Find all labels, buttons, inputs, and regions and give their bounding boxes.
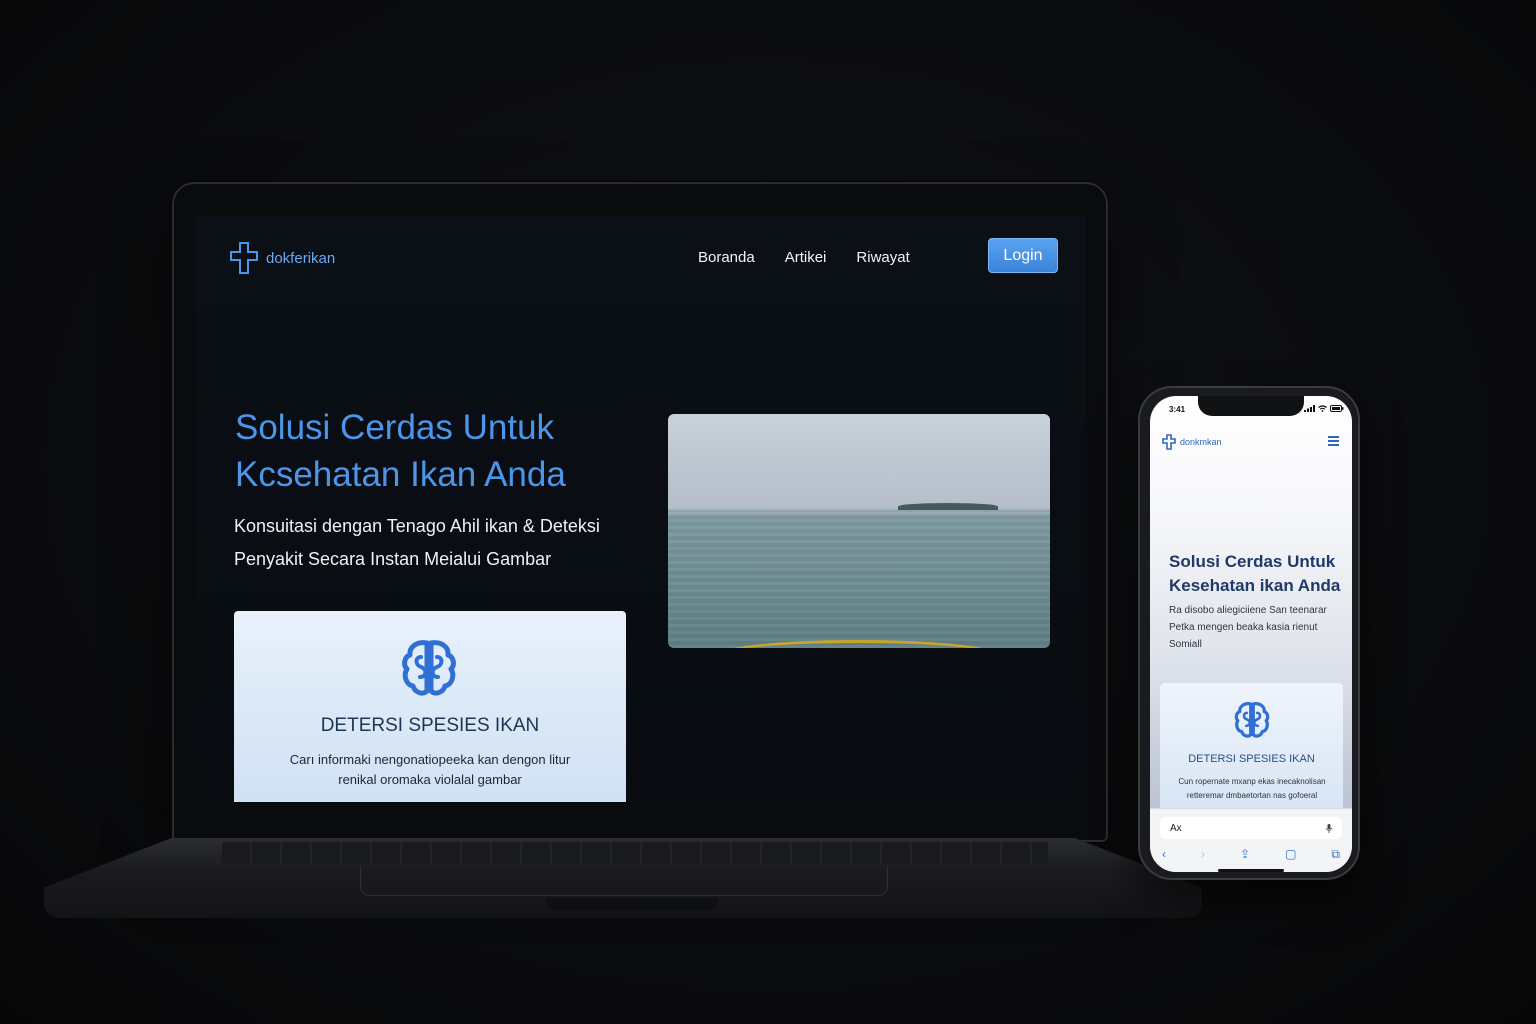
share-icon[interactable]: ⇪ xyxy=(1240,847,1250,862)
site-logo[interactable]: dokferikan xyxy=(230,242,335,274)
image-water xyxy=(668,512,1050,648)
phone-notch xyxy=(1198,396,1304,416)
nav-link-beranda[interactable]: Boranda xyxy=(698,249,755,266)
phone-status-icons xyxy=(1304,405,1344,412)
browser-toolbar: Ax ‹ › ⇪ ▢ ⧉ xyxy=(1150,808,1352,872)
home-indicator xyxy=(1218,869,1284,872)
feature-card-title: DETERSI SPESIES IKAN xyxy=(320,715,540,736)
image-island xyxy=(898,503,998,510)
feature-card-desc-line-1: Carı informaki nengonatiopeeka kan dengo… xyxy=(289,752,571,767)
browser-nav-buttons: ‹ › ⇪ ▢ ⧉ xyxy=(1160,847,1342,862)
phone-brand-name: donkmkan xyxy=(1180,437,1222,447)
phone-site-logo[interactable]: donkmkan xyxy=(1162,434,1222,450)
laptop-base-notch xyxy=(546,898,718,910)
hero-title-line-2: Kcsehatan Ikan Anda xyxy=(235,455,566,494)
laptop-keyboard xyxy=(222,842,1048,864)
laptop-screen: dokferikan Boranda Artikei Riwayat Login… xyxy=(196,216,1086,802)
address-bar[interactable]: Ax xyxy=(1160,817,1342,839)
hero-title-line-1: Solusi Cerdas Untuk xyxy=(235,408,555,447)
phone-hero-title-line-2: Kesehatan ikan Anda xyxy=(1169,576,1341,595)
phone-feature-card-description: Cun ropernate mxanp ekas inecaknolisan r… xyxy=(1172,775,1332,803)
hero-subtitle: Konsuitasi dengan Tenago Ahil ikan & Det… xyxy=(234,510,634,576)
feature-card-description: Carı informaki nengonatiopeeka kan dengo… xyxy=(274,750,586,790)
forward-arrow-icon[interactable]: › xyxy=(1201,847,1205,862)
phone-hero-title: Solusi Cerdas Untuk Kesehatan ikan Anda xyxy=(1169,550,1347,598)
signal-icon xyxy=(1304,405,1315,412)
tabs-icon[interactable]: ⧉ xyxy=(1331,847,1340,862)
phone-feature-card-title: DETERSI SPESIES IKAN xyxy=(1188,753,1315,765)
nav-link-riwayat[interactable]: Riwayat xyxy=(856,249,909,266)
brain-icon xyxy=(402,640,456,696)
back-arrow-icon[interactable]: ‹ xyxy=(1162,847,1166,862)
phone-hero-description: Ra disobo aliegiciiene San teenarar Petk… xyxy=(1169,602,1344,653)
hero-subtitle-line-2: Penyakit Secara Instan Meialui Gambar xyxy=(234,549,552,569)
feature-card-desc-line-2: renikal oromaka violalal gambar xyxy=(338,772,522,787)
wifi-icon xyxy=(1318,405,1327,412)
medical-cross-icon xyxy=(1162,434,1176,450)
phone-card-desc-line-2: retteremar dmbaetortan nas gofoeral xyxy=(1186,791,1318,800)
login-button[interactable]: Login xyxy=(988,238,1058,273)
hero-subtitle-line-1: Konsuitasi dengan Tenago Ahil ikan & Det… xyxy=(234,516,600,536)
site-brand-name: dokferikan xyxy=(266,249,336,267)
feature-card-species-detection[interactable]: DETERSI SPESIES IKAN Carı informaki neng… xyxy=(234,611,626,802)
phone-card-desc-line-1: Cun ropernate mxanp ekas inecaknolisan xyxy=(1178,777,1326,786)
main-nav: Boranda Artikei Riwayat xyxy=(698,249,910,266)
phone-desc-line-3: Somiall xyxy=(1169,639,1202,650)
laptop-trackpad xyxy=(360,866,888,896)
battery-icon xyxy=(1330,405,1344,412)
nav-link-artikel[interactable]: Artikei xyxy=(785,249,827,266)
bookmarks-icon[interactable]: ▢ xyxy=(1285,847,1296,862)
phone-screen: 3:41 donkmkan Solusi Cerdas Untuk Keseha… xyxy=(1150,396,1352,872)
phone-status-time: 3:41 xyxy=(1169,405,1186,414)
brain-icon xyxy=(1234,702,1270,738)
phone-feature-card[interactable]: DETERSI SPESIES IKAN Cun ropernate mxanp… xyxy=(1160,683,1343,823)
phone-desc-line-1: Ra disobo aliegiciiene San teenarar xyxy=(1169,605,1327,616)
medical-cross-icon xyxy=(230,242,258,274)
microphone-icon[interactable] xyxy=(1326,823,1332,833)
hero-image-sea xyxy=(668,414,1050,648)
phone-hero-title-line-1: Solusi Cerdas Untuk xyxy=(1169,552,1336,571)
hamburger-menu-icon[interactable] xyxy=(1328,436,1339,446)
hero-title: Solusi Cerdas Untuk Kcsehatan Ikan Anda xyxy=(235,404,635,498)
address-bar-text: Ax xyxy=(1170,822,1182,834)
phone-desc-line-2: Petka mengen beaka kasia rienut xyxy=(1169,622,1318,633)
